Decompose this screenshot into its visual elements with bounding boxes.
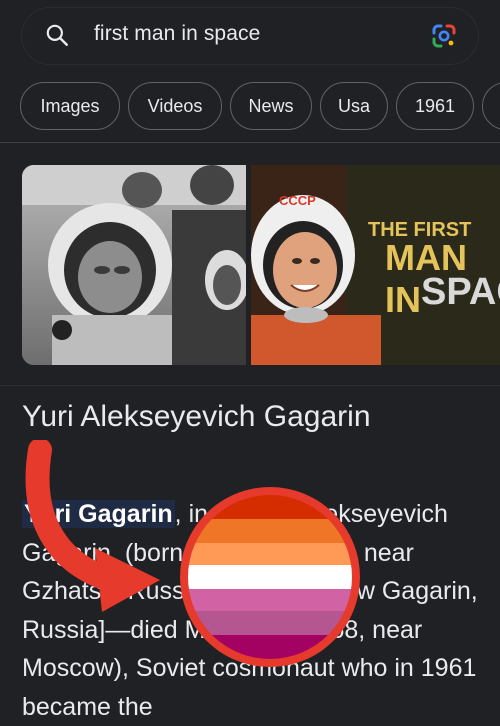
chip-1961[interactable]: 1961 bbox=[396, 82, 474, 130]
chip-images[interactable]: Images bbox=[20, 82, 120, 130]
google-lens-icon[interactable] bbox=[430, 22, 458, 50]
highlighted-name: Yuri Gagarin bbox=[22, 500, 175, 528]
chip-videos[interactable]: Videos bbox=[128, 82, 222, 130]
chip-more[interactable] bbox=[482, 82, 500, 130]
entity-title: Yuri Alekseyevich Gagarin bbox=[22, 400, 371, 433]
svg-text:СССР: СССР bbox=[279, 193, 316, 208]
description-text: , in full Yuri Alekseyevich Gagarin, (bo… bbox=[22, 500, 478, 721]
overlay-line-3: SPAC bbox=[421, 271, 500, 313]
chip-news[interactable]: News bbox=[230, 82, 312, 130]
search-icon[interactable] bbox=[44, 22, 70, 48]
image-result-2[interactable]: СССР THE FIRST MAN IN SPAC bbox=[251, 165, 500, 365]
image-result-1[interactable] bbox=[22, 165, 246, 365]
search-query[interactable]: first man in space bbox=[94, 22, 260, 46]
filter-chips: Images Videos News Usa 1961 bbox=[20, 82, 500, 132]
header-divider bbox=[0, 142, 500, 143]
search-bar[interactable]: first man in space bbox=[22, 8, 478, 64]
panel-divider bbox=[0, 385, 500, 386]
photo-cosmonauts-bw bbox=[22, 165, 246, 365]
entity-description: Yuri Gagarin, in full Yuri Alekseyevich … bbox=[22, 495, 492, 726]
chip-usa[interactable]: Usa bbox=[320, 82, 388, 130]
